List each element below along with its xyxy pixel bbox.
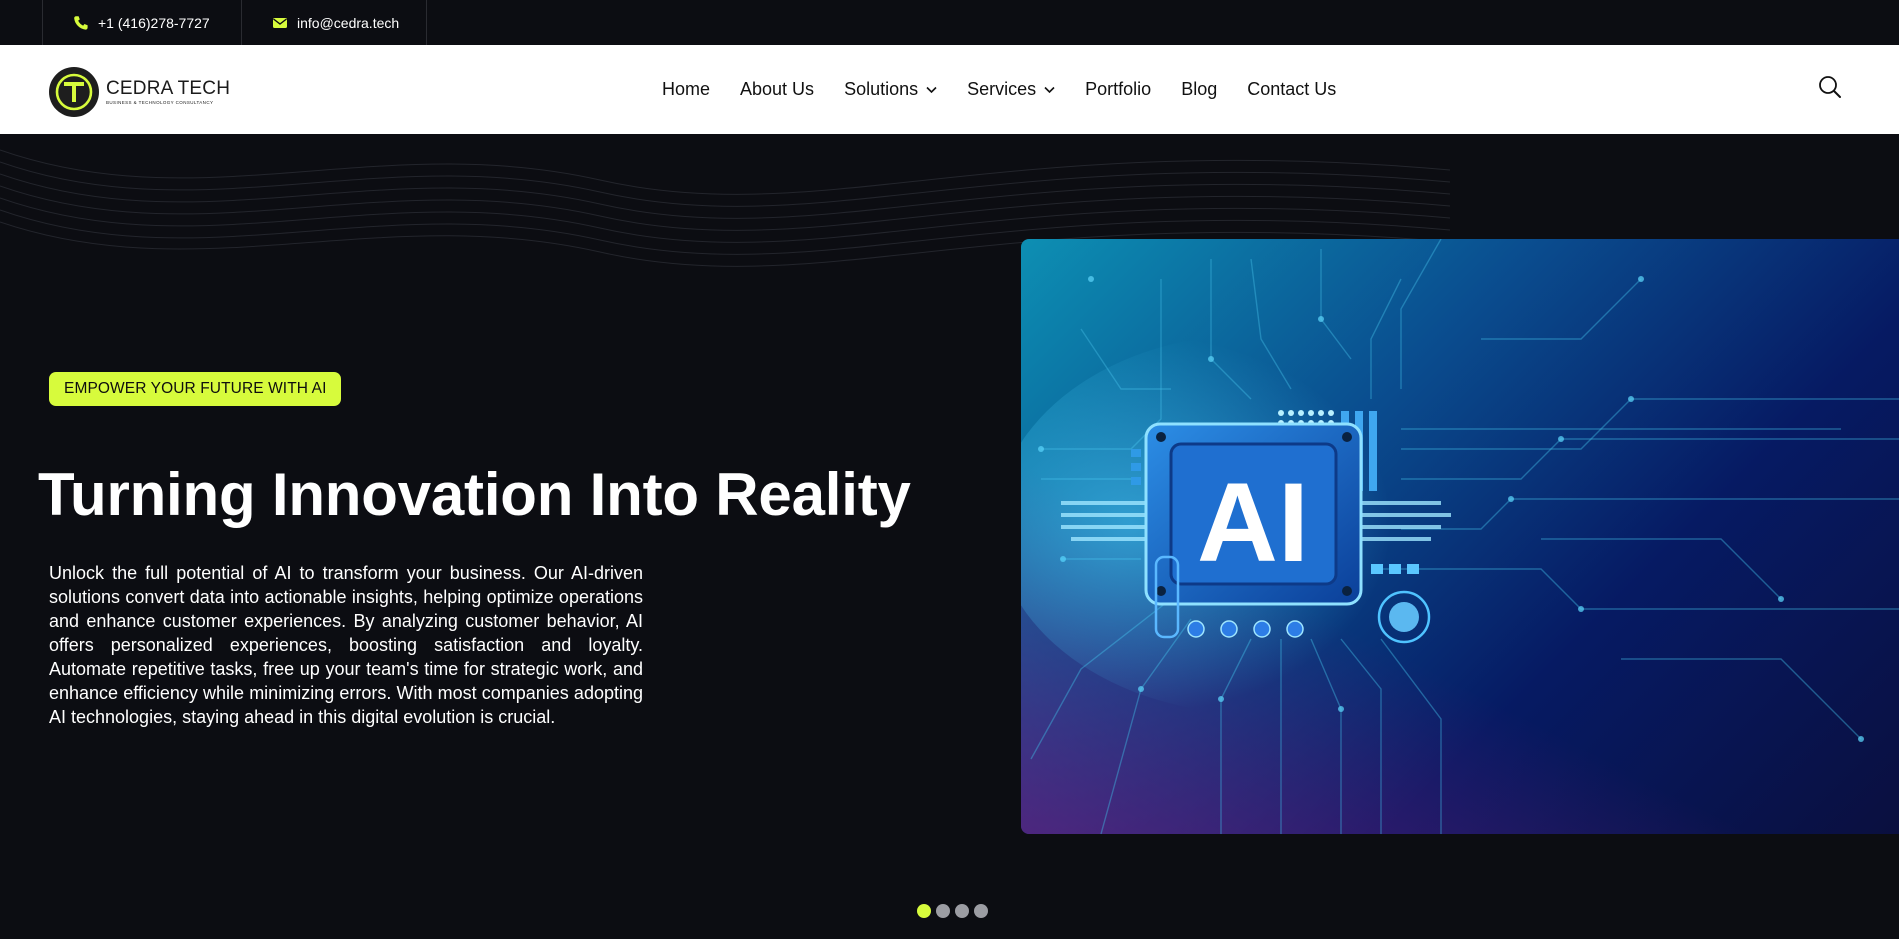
carousel-dot-1[interactable]	[917, 904, 931, 918]
nav-solutions[interactable]: Solutions	[844, 79, 937, 100]
brand-logo[interactable]: CEDRA TECH BUSINESS & TECHNOLOGY CONSULT…	[48, 66, 230, 118]
nav-contact-us-label[interactable]: Contact Us	[1247, 79, 1336, 100]
search-button[interactable]	[1817, 74, 1843, 100]
chip-label: AI	[1197, 460, 1309, 585]
nav-blog[interactable]: Blog	[1181, 79, 1217, 100]
hero-description: Unlock the full potential of AI to trans…	[49, 563, 643, 727]
primary-menu: Home About Us Solutions Services Portfol…	[662, 45, 1366, 134]
chevron-down-icon[interactable]	[926, 86, 937, 94]
email-contact[interactable]: info@cedra.tech	[241, 0, 427, 45]
phone-icon	[73, 15, 89, 31]
chevron-down-icon[interactable]	[1044, 86, 1055, 94]
hero-ai-chip-image: AI	[1021, 239, 1899, 834]
phone-contact[interactable]: +1 (416)278-7727	[42, 0, 242, 45]
phone-number[interactable]: +1 (416)278-7727	[98, 15, 210, 31]
email-address[interactable]: info@cedra.tech	[297, 15, 399, 31]
main-navbar: CEDRA TECH BUSINESS & TECHNOLOGY CONSULT…	[0, 45, 1899, 134]
envelope-icon	[272, 15, 288, 31]
brand-wordmark: CEDRA TECH BUSINESS & TECHNOLOGY CONSULT…	[106, 77, 231, 106]
nav-about-us-label[interactable]: About Us	[740, 79, 814, 100]
carousel-pagination	[917, 904, 993, 918]
nav-blog-label[interactable]: Blog	[1181, 79, 1217, 100]
carousel-dot-4[interactable]	[974, 904, 988, 918]
nav-portfolio-label[interactable]: Portfolio	[1085, 79, 1151, 100]
nav-solutions-label[interactable]: Solutions	[844, 79, 918, 100]
top-contact-bar: +1 (416)278-7727 info@cedra.tech	[0, 0, 1899, 45]
logo-mark-icon	[49, 67, 99, 117]
brand-tagline: BUSINESS & TECHNOLOGY CONSULTANCY	[106, 99, 214, 105]
brand-name: CEDRA TECH	[106, 77, 231, 99]
nav-services-label[interactable]: Services	[967, 79, 1036, 100]
hero-headline: Turning Innovation Into Reality	[38, 461, 911, 528]
nav-portfolio[interactable]: Portfolio	[1085, 79, 1151, 100]
nav-home[interactable]: Home	[662, 79, 710, 100]
nav-about-us[interactable]: About Us	[740, 79, 814, 100]
carousel-dot-3[interactable]	[955, 904, 969, 918]
carousel-dot-2[interactable]	[936, 904, 950, 918]
nav-contact-us[interactable]: Contact Us	[1247, 79, 1336, 100]
nav-home-label[interactable]: Home	[662, 79, 710, 100]
nav-services[interactable]: Services	[967, 79, 1055, 100]
hero-badge: EMPOWER YOUR FUTURE WITH AI	[49, 372, 342, 406]
search-icon[interactable]	[1817, 74, 1843, 100]
hero-section: EMPOWER YOUR FUTURE WITH AI Turning Inno…	[0, 134, 1899, 939]
